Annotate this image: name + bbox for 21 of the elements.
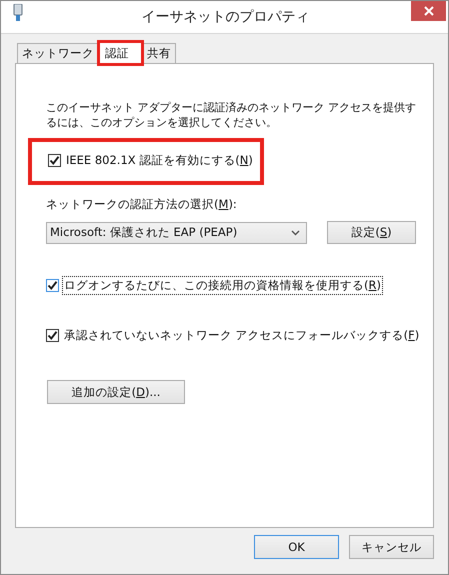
checkbox[interactable] (46, 279, 59, 292)
window-title: イーサネットのプロパティ (140, 8, 310, 26)
chevron-down-icon (291, 230, 300, 236)
close-icon (424, 6, 434, 16)
cancel-button[interactable]: キャンセル (349, 535, 434, 559)
additional-settings-button[interactable]: 追加の設定(D)... (47, 380, 185, 404)
tab[interactable]: ネットワーク (17, 43, 99, 63)
method-label: ネットワークの認証方法の選択(M): (46, 197, 237, 212)
tab[interactable]: 共有 (142, 43, 176, 63)
checkbox-label: IEEE 802.1X 認証を有効にする(N) (65, 152, 254, 169)
checkbox[interactable] (48, 154, 61, 167)
description-text: このイーサネット アダプターに認証済みのネットワーク アクセスを提供するには、このオプションを選択してください。 (46, 100, 417, 130)
settings-button[interactable]: 設定(S) (327, 221, 416, 244)
network-adapter-icon (13, 4, 23, 22)
tab[interactable]: 認証 (99, 42, 142, 64)
ok-button[interactable]: OK (254, 535, 339, 559)
checkbox[interactable] (46, 329, 59, 342)
checkbox-label: 承認されていないネットワーク アクセスにフォールバックする(F) (63, 327, 420, 344)
method-dropdown[interactable]: Microsoft: 保護された EAP (PEAP) (46, 222, 307, 244)
close-button[interactable] (411, 1, 446, 21)
checkbox-label: ログオンするたびに、この接続用の資格情報を使用する(R) (63, 277, 382, 294)
